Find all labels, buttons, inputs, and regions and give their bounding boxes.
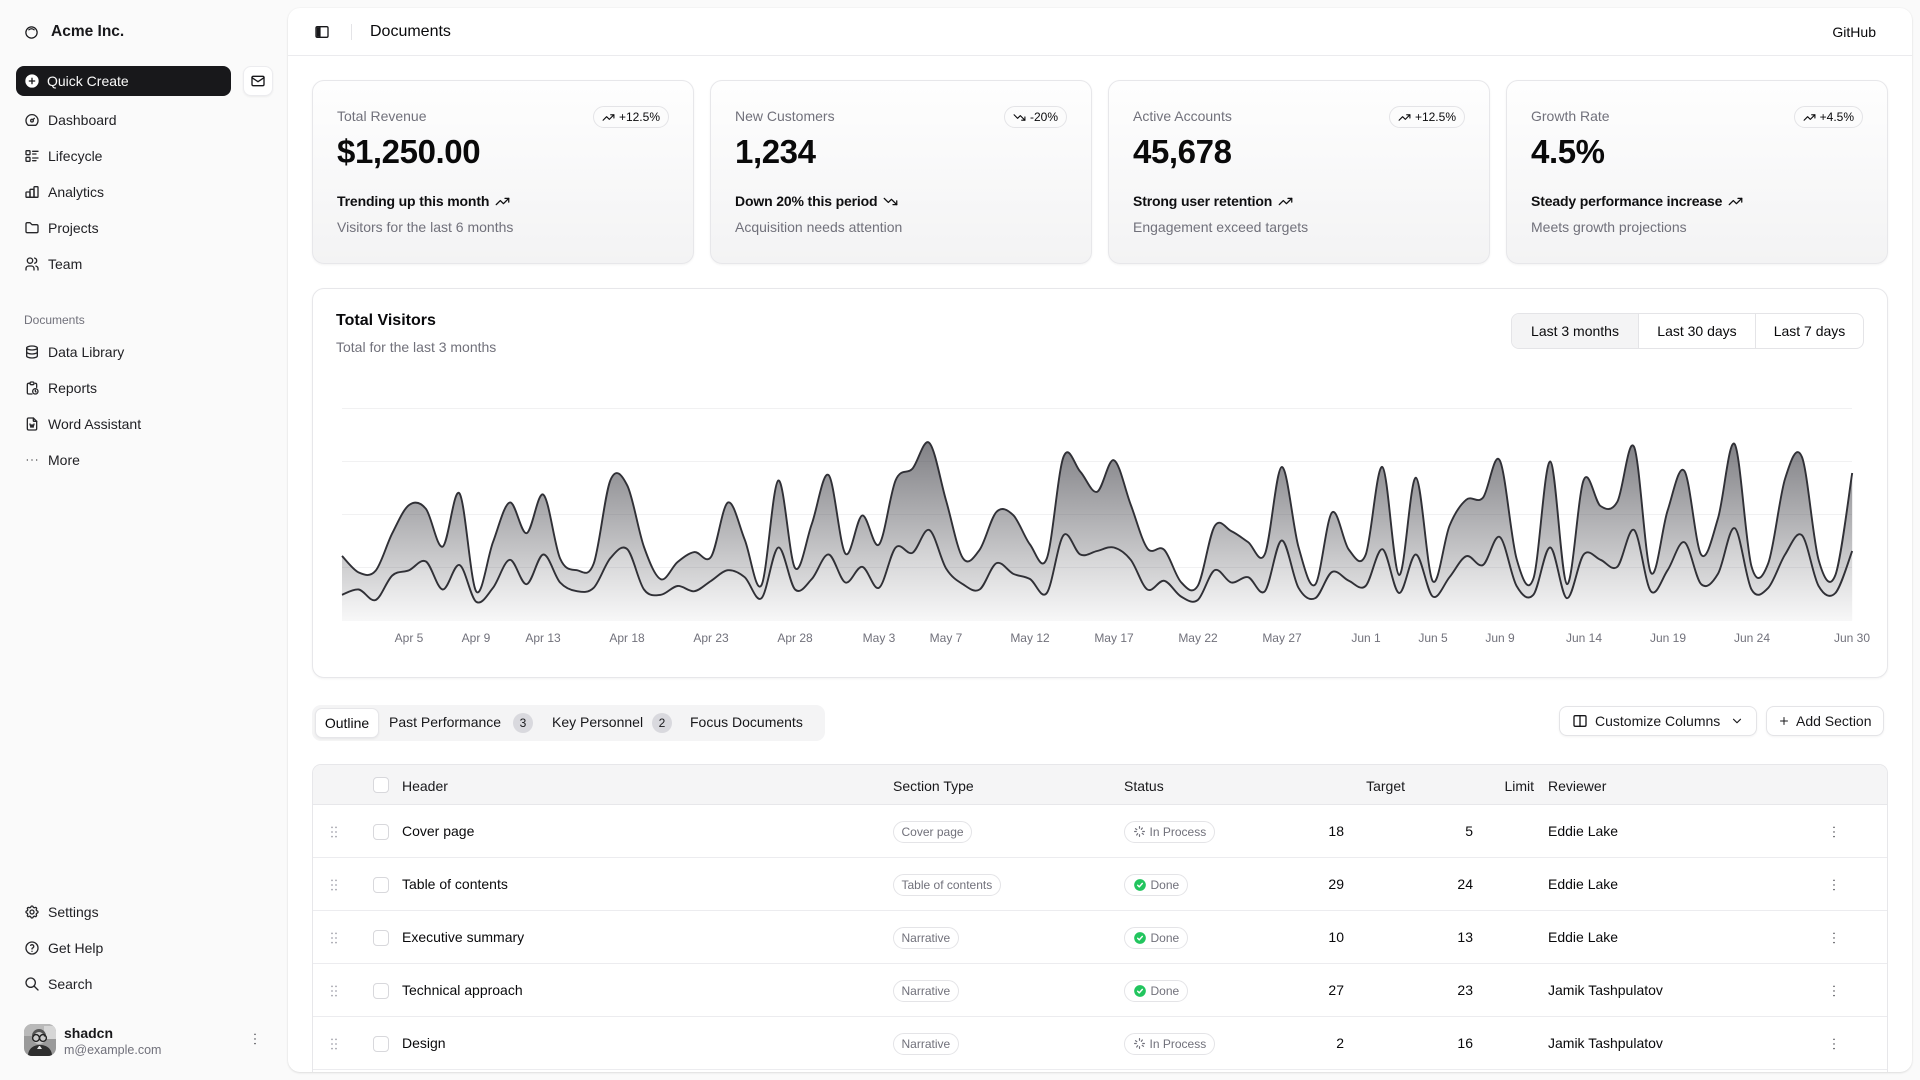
svg-text:May 27: May 27 [1262, 631, 1302, 645]
svg-text:Jun 30: Jun 30 [1834, 631, 1870, 645]
svg-text:May 3: May 3 [863, 631, 896, 645]
svg-text:Apr 23: Apr 23 [693, 631, 729, 645]
svg-text:Jun 24: Jun 24 [1734, 631, 1770, 645]
svg-text:May 22: May 22 [1178, 631, 1218, 645]
svg-text:Jun 9: Jun 9 [1485, 631, 1515, 645]
svg-text:Apr 9: Apr 9 [462, 631, 491, 645]
svg-text:Jun 19: Jun 19 [1650, 631, 1686, 645]
svg-text:Apr 13: Apr 13 [525, 631, 561, 645]
svg-text:Jun 1: Jun 1 [1351, 631, 1381, 645]
svg-text:Apr 5: Apr 5 [395, 631, 424, 645]
svg-text:Apr 18: Apr 18 [609, 631, 645, 645]
svg-text:May 7: May 7 [930, 631, 963, 645]
svg-text:May 12: May 12 [1010, 631, 1050, 645]
svg-text:Apr 28: Apr 28 [777, 631, 813, 645]
svg-text:May 17: May 17 [1094, 631, 1134, 645]
svg-text:Jun 5: Jun 5 [1418, 631, 1448, 645]
svg-text:Jun 14: Jun 14 [1566, 631, 1602, 645]
